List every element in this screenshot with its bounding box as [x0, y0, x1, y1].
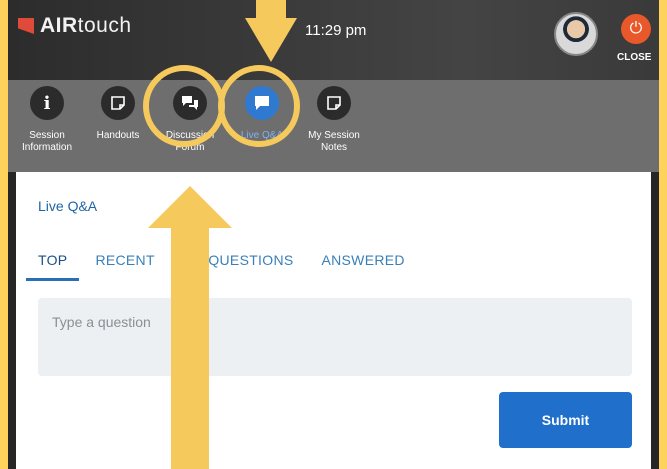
tab-label: Handouts: [96, 130, 140, 141]
brand-bold: AIR: [40, 14, 78, 37]
tab-top[interactable]: TOP: [26, 252, 80, 281]
tab-label: Discussion Forum: [165, 130, 215, 153]
down-arrow-shaft: [256, 0, 286, 20]
tab-label: My Session Notes: [308, 130, 360, 153]
tab-recent[interactable]: RECENT: [95, 252, 154, 281]
up-arrow-shaft: [171, 226, 209, 469]
chat-bubbles-icon: [173, 86, 207, 120]
brand-name: AIRtouch: [40, 14, 132, 38]
tab-label: Live Q&A: [240, 130, 284, 141]
tab-session-information[interactable]: i Session Information: [12, 86, 82, 154]
avatar[interactable]: [554, 12, 598, 56]
top-bar: AIRtouch 11:29 pm ⏻ CLOSE: [8, 0, 659, 80]
app-frame: AIRtouch 11:29 pm ⏻ CLOSE i Session Info…: [8, 0, 659, 469]
tab-label: Session Information: [21, 130, 73, 153]
tab-discussion-forum[interactable]: Discussion Forum: [155, 86, 225, 154]
notes-icon: [317, 86, 351, 120]
tab-live-qa[interactable]: Live Q&A: [227, 86, 297, 142]
panel-title: Live Q&A: [38, 198, 98, 214]
handout-icon: [101, 86, 135, 120]
power-icon[interactable]: ⏻: [621, 14, 651, 44]
airtouch-logo: AIRtouch: [18, 14, 132, 38]
tab-answered[interactable]: ANSWERED: [322, 252, 405, 281]
question-filter-tabs: TOP RECENT MY QUESTIONS ANSWERED: [26, 252, 405, 281]
session-tab-bar: i Session Information Handouts Discussio…: [8, 80, 659, 172]
tab-my-session-notes[interactable]: My Session Notes: [299, 86, 369, 154]
close-label[interactable]: CLOSE: [617, 52, 651, 63]
up-arrow-icon: [148, 186, 232, 228]
logo-mark-icon: [18, 18, 34, 34]
question-input[interactable]: [38, 298, 632, 376]
info-icon: i: [30, 86, 64, 120]
brand-light: touch: [77, 14, 132, 37]
submit-button[interactable]: Submit: [499, 392, 632, 448]
clock-time: 11:29 pm: [305, 22, 367, 39]
down-arrow-icon: [245, 18, 297, 62]
tab-handouts[interactable]: Handouts: [83, 86, 153, 142]
live-qa-panel: Live Q&A TOP RECENT MY QUESTIONS ANSWERE…: [16, 172, 651, 469]
speech-bubble-icon: [245, 86, 279, 120]
question-input-box: [38, 298, 632, 376]
